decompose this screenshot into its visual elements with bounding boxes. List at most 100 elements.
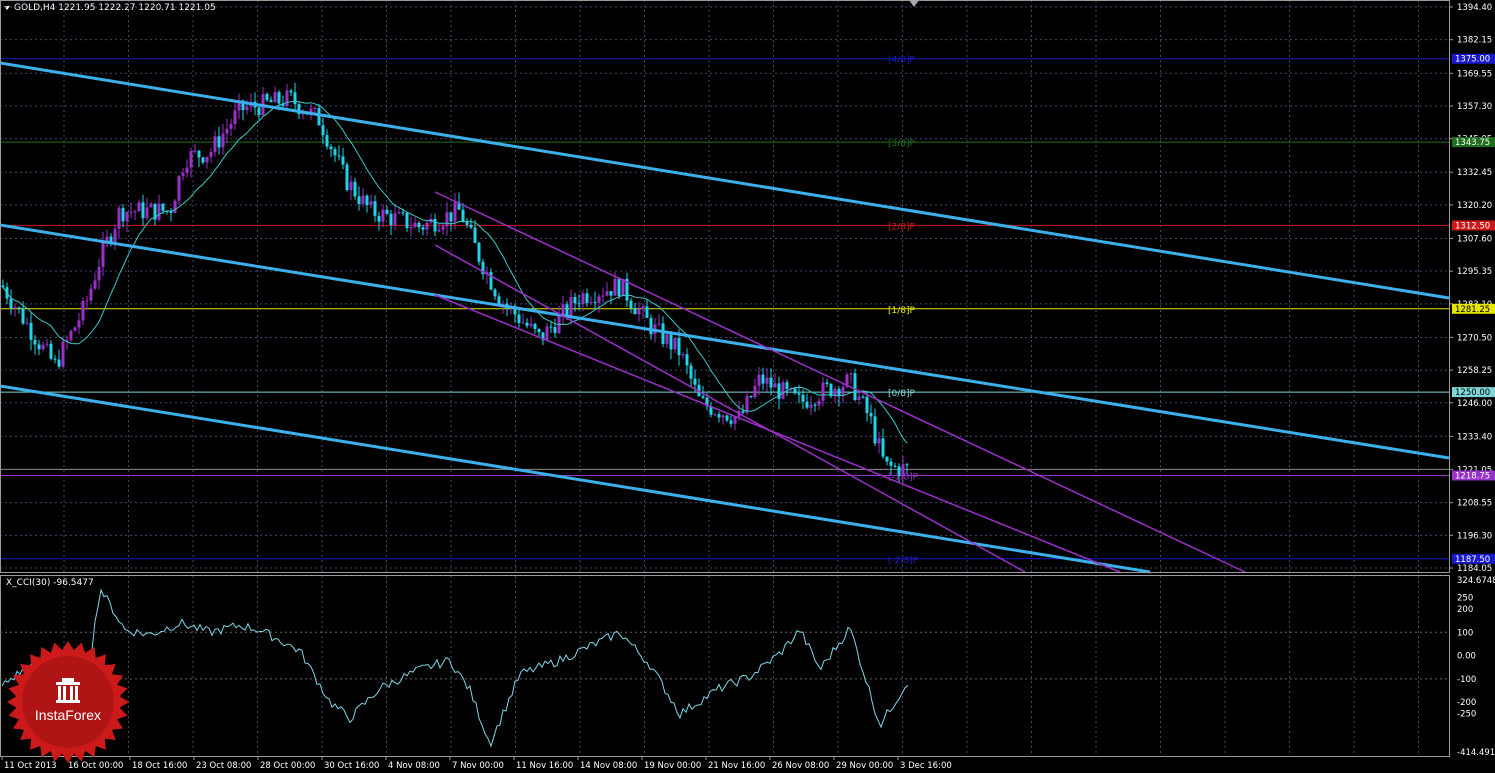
candle-body [417,222,421,228]
candle-body [325,135,329,147]
candle-body [181,172,185,177]
candle-body [629,300,633,309]
cci-axis-label: 250 [1457,593,1473,603]
cci-panel-frame [0,575,1450,757]
candle-body [661,323,665,344]
candle-body [805,401,809,408]
price-label: 1394.40 [1457,3,1492,13]
time-axis: 11 Oct 2013 16 Oct 00:00 18 Oct 16:00 23 Oc… [1,756,952,771]
murrey-label: [2/8]P [888,222,916,232]
candle-body [177,176,181,201]
shift-marker-icon [909,0,919,7]
time-label: 4 Nov 08:00 [388,761,440,771]
price-label: 1382.15 [1457,36,1492,46]
cci-axis-label: -250 [1457,710,1476,720]
price-chart[interactable]: 1394.401382.151369.551357.301345.051332.… [0,0,1495,773]
time-label: 19 Nov 00:00 [644,761,701,771]
candle-body [757,374,761,386]
candle-body [877,438,881,444]
candle-body [213,136,217,152]
candle-body [613,278,617,296]
candle-body [733,416,737,424]
candle-body [797,393,801,395]
candle-body [137,202,141,212]
candle-body [605,291,609,296]
channel-line [434,244,1026,573]
candle-body [889,461,893,466]
candle-body [793,388,797,394]
indicator-value: -96.5477 [53,578,94,588]
candle-body [837,388,841,396]
price-label: 1369.55 [1457,69,1492,79]
candle-body [393,213,397,226]
candle-body [857,396,861,400]
candle-body [665,334,669,344]
candle-body [149,203,153,208]
price-label: 1184.05 [1457,564,1492,574]
candle-body [633,308,637,315]
candle-body [293,92,297,105]
price-label: 1208.55 [1457,499,1492,509]
candle-body [209,151,213,157]
candle-body [373,201,377,216]
candle-body [461,209,465,223]
candle-body [545,326,549,341]
price-label: 1320.20 [1457,201,1492,211]
candle-body [101,241,105,267]
cci-axis-label: -100 [1457,675,1476,685]
candle-body [201,157,205,163]
murrey-label: [3/8]P [888,139,916,149]
candle-body [861,396,865,398]
cci-axis-label: 0.00 [1457,652,1476,662]
candle-body [397,212,401,214]
candle-body [673,338,677,350]
candle-body [321,125,325,136]
murrey-level-labels: [4/8]P 1375.00 [3/8]P 1343.75 [2/8]P 1312.50 [… [888,53,1495,566]
candle-body [701,396,705,398]
candle-body [581,293,585,305]
candle-body [753,385,757,398]
candle-body [233,110,237,125]
candle-body [477,242,481,262]
candle-body [821,382,825,401]
murrey-label: [-2/8]P [888,556,919,566]
candle-body [17,307,21,309]
logo-text: InstaForex [34,707,102,723]
candle-body [637,309,641,315]
candle-body [401,212,405,214]
cci-axis-label: 324.6748 [1457,576,1495,586]
indicator-name: X_CCI(30) [6,578,51,588]
time-label: 23 Oct 08:00 [196,761,251,771]
indicator-title: X_CCI(30) -96.5477 [6,578,94,589]
candle-body [529,323,533,326]
candle-body [349,181,353,191]
candle-body [685,354,689,366]
candle-body [713,414,717,416]
candle-body [313,107,317,109]
candle-body [317,107,321,126]
murrey-math-lines [0,58,1449,560]
candle-body [413,222,417,228]
candle-body [421,227,425,230]
time-label: 3 Dec 16:00 [900,761,952,771]
candle-body [885,456,889,462]
trend-channels [0,61,1450,574]
candle-body [197,150,201,158]
candle-body [45,343,49,345]
candle-body [645,306,649,318]
candle-body [717,414,721,418]
candlesticks [1,82,909,484]
candle-body [873,416,877,444]
candle-body [1,285,5,288]
price-label: 1196.30 [1457,531,1492,541]
candle-body [721,415,725,418]
candle-body [677,338,681,356]
candle-body [225,128,229,134]
candle-body [93,280,97,289]
candle-body [277,92,281,104]
candle-body [769,377,773,388]
price-tag-text: 1281.25 [1455,305,1490,315]
candle-body [725,415,729,421]
channel-line [434,191,1246,573]
candle-body [25,322,29,324]
